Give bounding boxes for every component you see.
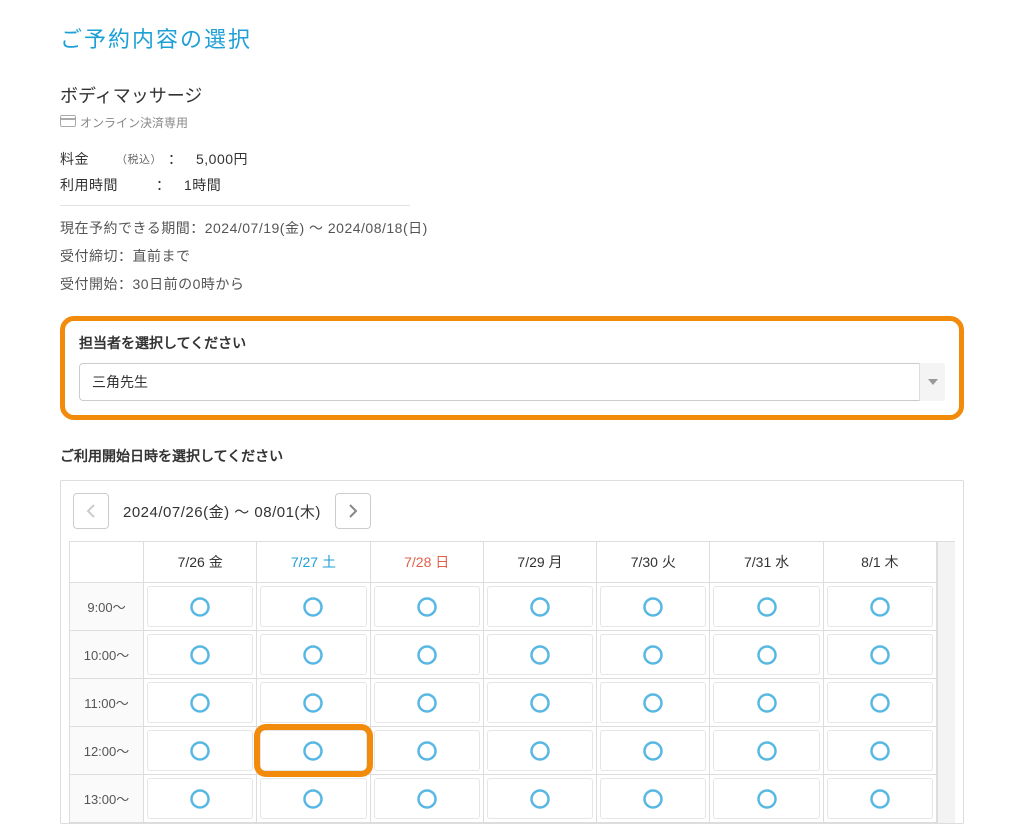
calendar-time-label: 11:00〜 bbox=[70, 679, 144, 727]
fee-row: 料金 （税込） ： 5,000円 bbox=[60, 149, 964, 169]
time-slot[interactable] bbox=[487, 778, 593, 819]
fee-colon: ： bbox=[168, 149, 196, 169]
service-name: ボディマッサージ bbox=[60, 82, 964, 108]
time-slot[interactable] bbox=[827, 682, 933, 723]
calendar-range: 2024/07/26(金) 〜 08/01(木) bbox=[123, 501, 321, 522]
time-slot[interactable] bbox=[147, 778, 253, 819]
calendar-day-header: 7/31 水 bbox=[710, 542, 823, 583]
calendar-time-label: 12:00〜 bbox=[70, 727, 144, 775]
calendar-day-header: 8/1 木 bbox=[824, 542, 937, 583]
meta-deadline: 受付締切：直前まで bbox=[60, 246, 964, 266]
time-slot[interactable] bbox=[260, 586, 366, 627]
staff-section-label: 担当者を選択してください bbox=[79, 333, 945, 353]
fee-label: 料金 bbox=[60, 149, 116, 169]
calendar-day-header: 7/27 土 bbox=[257, 542, 370, 583]
vertical-scrollbar[interactable] bbox=[937, 541, 955, 823]
calendar-time-label: 13:00〜 bbox=[70, 775, 144, 823]
time-slot[interactable] bbox=[713, 730, 819, 771]
duration-label: 利用時間 bbox=[60, 175, 156, 195]
time-slot[interactable] bbox=[374, 634, 480, 675]
time-slot[interactable] bbox=[260, 634, 366, 675]
time-slot[interactable] bbox=[600, 730, 706, 771]
time-slot[interactable] bbox=[487, 634, 593, 675]
time-slot[interactable] bbox=[487, 730, 593, 771]
calendar-day-header: 7/29 月 bbox=[484, 542, 597, 583]
fee-tax-hint: （税込） bbox=[116, 151, 162, 167]
time-slot[interactable] bbox=[827, 730, 933, 771]
prev-week-button[interactable] bbox=[73, 493, 109, 529]
time-slot[interactable] bbox=[600, 682, 706, 723]
time-slot[interactable] bbox=[260, 682, 366, 723]
time-slot[interactable] bbox=[260, 730, 366, 771]
time-slot[interactable] bbox=[600, 586, 706, 627]
calendar: 2024/07/26(金) 〜 08/01(木) 7/26 金7/27 土7/2… bbox=[60, 480, 964, 824]
fee-value: 5,000円 bbox=[196, 149, 248, 169]
time-slot[interactable] bbox=[827, 634, 933, 675]
time-slot[interactable] bbox=[713, 778, 819, 819]
time-slot[interactable] bbox=[713, 682, 819, 723]
time-slot[interactable] bbox=[374, 682, 480, 723]
online-payment-badge: オンライン決済専用 bbox=[60, 114, 964, 131]
staff-select-highlight: 担当者を選択してください 三角先生 bbox=[60, 316, 964, 420]
online-badge-text: オンライン決済専用 bbox=[80, 114, 188, 131]
time-slot[interactable] bbox=[713, 586, 819, 627]
meta-start: 受付開始：30日前の0時から bbox=[60, 274, 964, 294]
staff-select[interactable]: 三角先生 bbox=[79, 363, 945, 401]
calendar-day-header: 7/28 日 bbox=[371, 542, 484, 583]
time-section-label: ご利用開始日時を選択してください bbox=[60, 446, 964, 466]
calendar-day-header: 7/26 金 bbox=[144, 542, 257, 583]
time-slot[interactable] bbox=[600, 778, 706, 819]
calendar-header-empty bbox=[70, 542, 144, 583]
calendar-time-label: 10:00〜 bbox=[70, 631, 144, 679]
page-title: ご予約内容の選択 bbox=[60, 22, 964, 54]
calendar-time-label: 9:00〜 bbox=[70, 583, 144, 631]
time-slot[interactable] bbox=[147, 682, 253, 723]
time-slot[interactable] bbox=[827, 778, 933, 819]
time-slot[interactable] bbox=[147, 730, 253, 771]
time-slot[interactable] bbox=[147, 586, 253, 627]
time-slot[interactable] bbox=[374, 778, 480, 819]
time-slot[interactable] bbox=[374, 586, 480, 627]
card-icon bbox=[60, 115, 76, 130]
time-slot[interactable] bbox=[600, 634, 706, 675]
time-slot[interactable] bbox=[713, 634, 819, 675]
time-slot[interactable] bbox=[374, 730, 480, 771]
meta-period: 現在予約できる期間：2024/07/19(金) 〜 2024/08/18(日) bbox=[60, 218, 964, 238]
divider bbox=[60, 205, 410, 206]
time-slot[interactable] bbox=[487, 586, 593, 627]
duration-colon: ： bbox=[156, 175, 184, 195]
duration-value: 1時間 bbox=[184, 175, 221, 195]
next-week-button[interactable] bbox=[335, 493, 371, 529]
time-slot[interactable] bbox=[260, 778, 366, 819]
time-slot[interactable] bbox=[827, 586, 933, 627]
time-slot[interactable] bbox=[487, 682, 593, 723]
time-slot[interactable] bbox=[147, 634, 253, 675]
calendar-day-header: 7/30 火 bbox=[597, 542, 710, 583]
duration-row: 利用時間 ： 1時間 bbox=[60, 175, 964, 195]
